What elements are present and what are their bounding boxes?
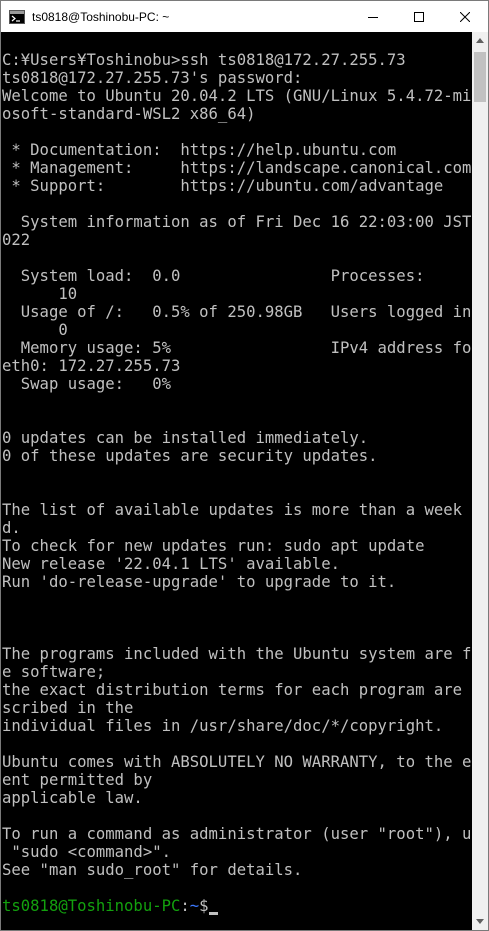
terminal-line: New release '22.04.1 LTS' available.: [2, 555, 340, 573]
prompt-symbol: $: [199, 897, 209, 915]
terminal-window: ts0818@Toshinobu-PC: ~ C:¥Users¥Toshinob…: [0, 0, 489, 931]
text-cursor: [208, 912, 218, 915]
scroll-thumb[interactable]: [474, 52, 486, 102]
vertical-scrollbar[interactable]: [472, 32, 488, 930]
minimize-icon: [368, 16, 378, 18]
terminal-line: Run 'do-release-upgrade' to upgrade to i…: [2, 573, 397, 591]
scroll-down-arrow-icon: [476, 919, 484, 924]
terminal-console[interactable]: C:¥Users¥Toshinobu>ssh ts0818@172.27.255…: [1, 32, 472, 930]
scroll-up-arrow-icon: [476, 38, 484, 43]
terminal-line: Memory usage: 5% IPv4 address for: [2, 339, 472, 357]
terminal-line: 0 of these updates are security updates.: [2, 447, 378, 465]
terminal-line: "sudo <command>".: [2, 843, 171, 861]
terminal-line: 10: [2, 285, 78, 303]
terminal-line: * Documentation: https://help.ubuntu.com: [2, 141, 397, 159]
maximize-button[interactable]: [396, 1, 442, 32]
prompt-user-host: ts0818@Toshinobu-PC: [2, 897, 181, 915]
terminal-line: Swap usage: 0%: [2, 375, 171, 393]
terminal-line: The list of available updates is more th…: [2, 501, 472, 519]
terminal-line: scribed in the: [2, 699, 134, 717]
terminal-line: 0: [2, 321, 68, 339]
terminal-line: The programs included with the Ubuntu sy…: [2, 645, 472, 663]
minimize-button[interactable]: [350, 1, 396, 32]
terminal-line: individual files in /usr/share/doc/*/cop…: [2, 717, 444, 735]
prompt-separator: :: [180, 897, 190, 915]
terminal-line: 0 updates can be installed immediately.: [2, 429, 369, 447]
terminal-line: Welcome to Ubuntu 20.04.2 LTS (GNU/Linux…: [2, 87, 472, 105]
terminal-line: To check for new updates run: sudo apt u…: [2, 537, 425, 555]
terminal-line: Usage of /: 0.5% of 250.98GB Users logge…: [2, 303, 472, 321]
terminal-lines: C:¥Users¥Toshinobu>ssh ts0818@172.27.255…: [2, 51, 472, 879]
console-icon[interactable]: [9, 9, 25, 25]
terminal-line: d.: [2, 519, 21, 537]
maximize-icon: [414, 11, 424, 22]
terminal-line: eth0: 172.27.255.73: [2, 357, 181, 375]
terminal-line: applicable law.: [2, 789, 143, 807]
terminal-line: the exact distribution terms for each pr…: [2, 681, 472, 699]
prompt-path: ~: [189, 897, 200, 915]
scroll-up-button[interactable]: [472, 32, 488, 49]
close-icon: [460, 11, 470, 22]
close-button[interactable]: [442, 1, 488, 32]
terminal-line: System information as of Fri Dec 16 22:0…: [2, 213, 472, 231]
window-title: ts0818@Toshinobu-PC: ~: [32, 9, 170, 24]
terminal-line: * Support: https://ubuntu.com/advantage: [2, 177, 444, 195]
scroll-down-button[interactable]: [472, 913, 488, 930]
terminal-line: ent permitted by: [2, 771, 153, 789]
terminal-line: System load: 0.0 Processes:: [2, 267, 425, 285]
terminal-line: * Management: https://landscape.canonica…: [2, 159, 472, 177]
terminal-line: Ubuntu comes with ABSOLUTELY NO WARRANTY…: [2, 753, 472, 771]
title-bar[interactable]: ts0818@Toshinobu-PC: ~: [1, 1, 488, 32]
terminal-line: See "man sudo_root" for details.: [2, 861, 303, 879]
terminal-output[interactable]: C:¥Users¥Toshinobu>ssh ts0818@172.27.255…: [1, 32, 472, 915]
terminal-line: C:¥Users¥Toshinobu>ssh ts0818@172.27.255…: [2, 51, 406, 69]
terminal-line: To run a command as administrator (user …: [2, 825, 472, 843]
terminal-line: osoft-standard-WSL2 x86_64): [2, 105, 256, 123]
terminal-line: 022: [2, 231, 31, 249]
terminal-line: ts0818@172.27.255.73's password:: [2, 69, 303, 87]
terminal-line: e software;: [2, 663, 106, 681]
